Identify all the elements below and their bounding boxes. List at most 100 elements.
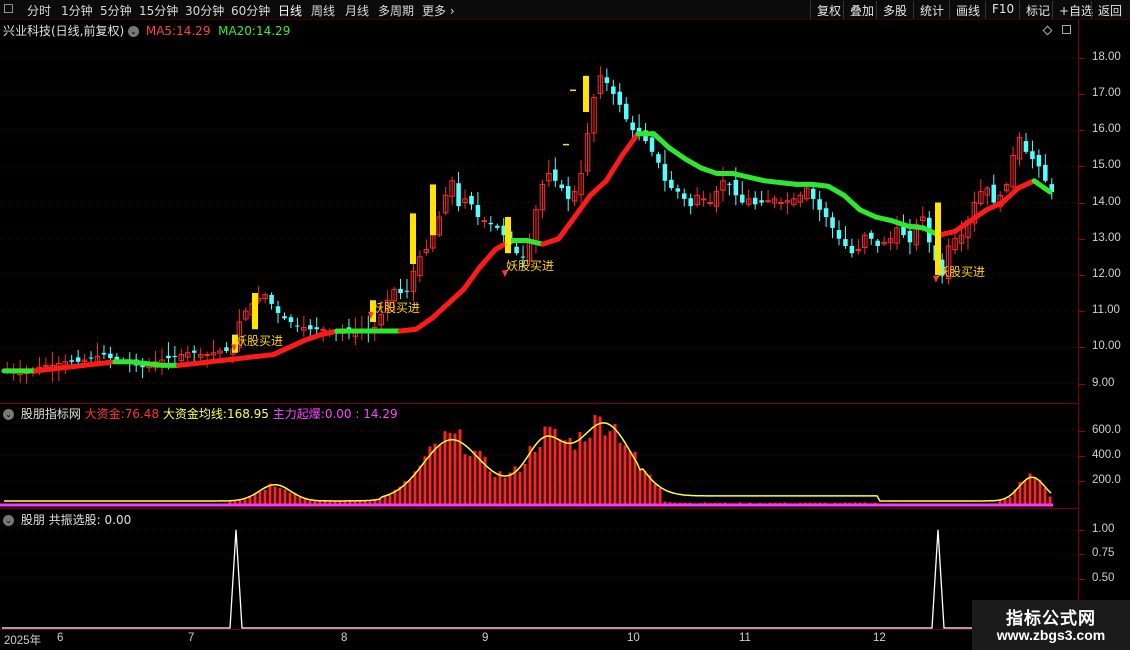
buy-signal-label: 妖股买进	[372, 300, 421, 315]
candle-body	[836, 230, 842, 239]
candle-body	[662, 164, 668, 181]
candle-body	[604, 77, 610, 84]
signal-bar	[430, 184, 436, 236]
y-tick-mark	[1079, 130, 1085, 132]
big-money-bar	[573, 449, 577, 506]
candle-body	[675, 188, 681, 192]
candle-body	[481, 220, 488, 223]
big-money-bar	[463, 454, 467, 506]
candle-body	[823, 208, 829, 217]
big-money-bar	[433, 443, 437, 506]
signal-bar	[505, 217, 511, 254]
candle-body	[810, 188, 816, 199]
big-money-bar	[1033, 477, 1037, 506]
candle-body	[559, 184, 564, 189]
candle-body	[224, 347, 229, 351]
big-money-bar	[498, 471, 502, 506]
candle-body	[707, 202, 713, 205]
big-money-bar	[273, 486, 277, 506]
big-money-bar	[268, 483, 272, 506]
candle-body	[282, 316, 287, 319]
candle-body	[752, 197, 758, 205]
ma-line-segment	[556, 214, 578, 242]
candle-body	[849, 245, 855, 254]
y-tick-mark	[1079, 202, 1085, 204]
candle-body	[843, 239, 848, 246]
ma-line-segment	[429, 301, 451, 321]
candle-body	[514, 246, 519, 254]
big-money-bar	[613, 423, 617, 506]
candle-body	[759, 200, 764, 203]
x-label-aug: 8	[341, 632, 348, 644]
ma-line-segment	[651, 131, 673, 151]
y-tick-mark	[1079, 57, 1085, 59]
candle-body	[475, 205, 481, 217]
big-money-bar	[453, 433, 457, 506]
watermark-title: 指标公式网	[1006, 609, 1096, 629]
ma-line-segment	[445, 286, 467, 307]
candle-body	[1030, 151, 1035, 160]
ma-line-segment	[603, 152, 625, 184]
candle-body	[1023, 141, 1029, 152]
big-money-bar	[603, 435, 607, 506]
candle-body	[727, 183, 732, 185]
y-tick-label: 16.00	[1092, 123, 1121, 136]
big-money-bar	[598, 416, 602, 506]
ma-line-segment	[1015, 178, 1037, 191]
y-tick-mark	[1079, 347, 1085, 349]
candle-body	[1036, 155, 1042, 167]
big-money-bar	[448, 432, 452, 506]
y-tick-mark	[1079, 383, 1085, 385]
y-tick-label: 1.00	[1092, 522, 1115, 535]
candle-body	[166, 355, 171, 359]
big-money-bar	[508, 472, 512, 506]
big-money-bar	[568, 437, 572, 506]
ma-line-segment	[857, 207, 879, 220]
candle-body	[778, 202, 784, 205]
candle-body	[611, 86, 616, 94]
big-money-bar	[488, 471, 492, 506]
y-tick-mark	[1079, 238, 1085, 240]
candle-body	[88, 357, 94, 359]
big-money-bar	[588, 437, 592, 506]
big-money-bar	[548, 426, 552, 506]
watermark-url: www.zbgs3.com	[996, 627, 1106, 643]
y-tick-label: 17.00	[1092, 86, 1121, 99]
candle-body	[907, 230, 913, 243]
y-tick-mark	[1079, 529, 1085, 531]
big-money-bar	[583, 441, 587, 506]
ma-line-segment	[825, 183, 847, 198]
big-money-bar	[553, 428, 557, 506]
ma-line-segment	[461, 265, 482, 292]
y-tick-mark	[1079, 554, 1085, 556]
y-tick-mark	[1079, 430, 1085, 432]
y-tick-label: 18.00	[1092, 50, 1121, 63]
watermark: 指标公式网 www.zbgs3.com	[972, 600, 1130, 650]
big-money-bar	[413, 471, 417, 506]
ma-line-segment	[667, 145, 688, 162]
candle-body	[630, 122, 635, 131]
candle-body	[308, 325, 313, 330]
big-money-bar	[653, 483, 657, 506]
ma-line-segment	[587, 178, 609, 198]
y-tick-label: 13.00	[1092, 231, 1121, 244]
y-tick-label: 200.0	[1092, 473, 1121, 486]
candle-body	[101, 352, 107, 355]
big-money-bar	[608, 431, 612, 506]
candle-body	[269, 294, 274, 304]
y-tick-label: 0.50	[1092, 571, 1115, 584]
ma-line-segment	[286, 337, 308, 350]
candle-body	[830, 217, 835, 228]
x-label-nov: 11	[739, 632, 751, 644]
chart-canvas[interactable]	[0, 0, 1130, 650]
big-money-bar	[473, 450, 477, 506]
candle-body	[191, 350, 197, 353]
candle-body	[204, 354, 210, 357]
x-label-dec: 12	[873, 632, 886, 644]
candle-body	[69, 360, 74, 362]
ma-line-segment	[540, 236, 562, 247]
candle-body	[398, 288, 403, 294]
y-tick-mark	[1079, 455, 1085, 457]
resonance-line	[2, 529, 1077, 629]
big-money-bar	[563, 440, 567, 506]
